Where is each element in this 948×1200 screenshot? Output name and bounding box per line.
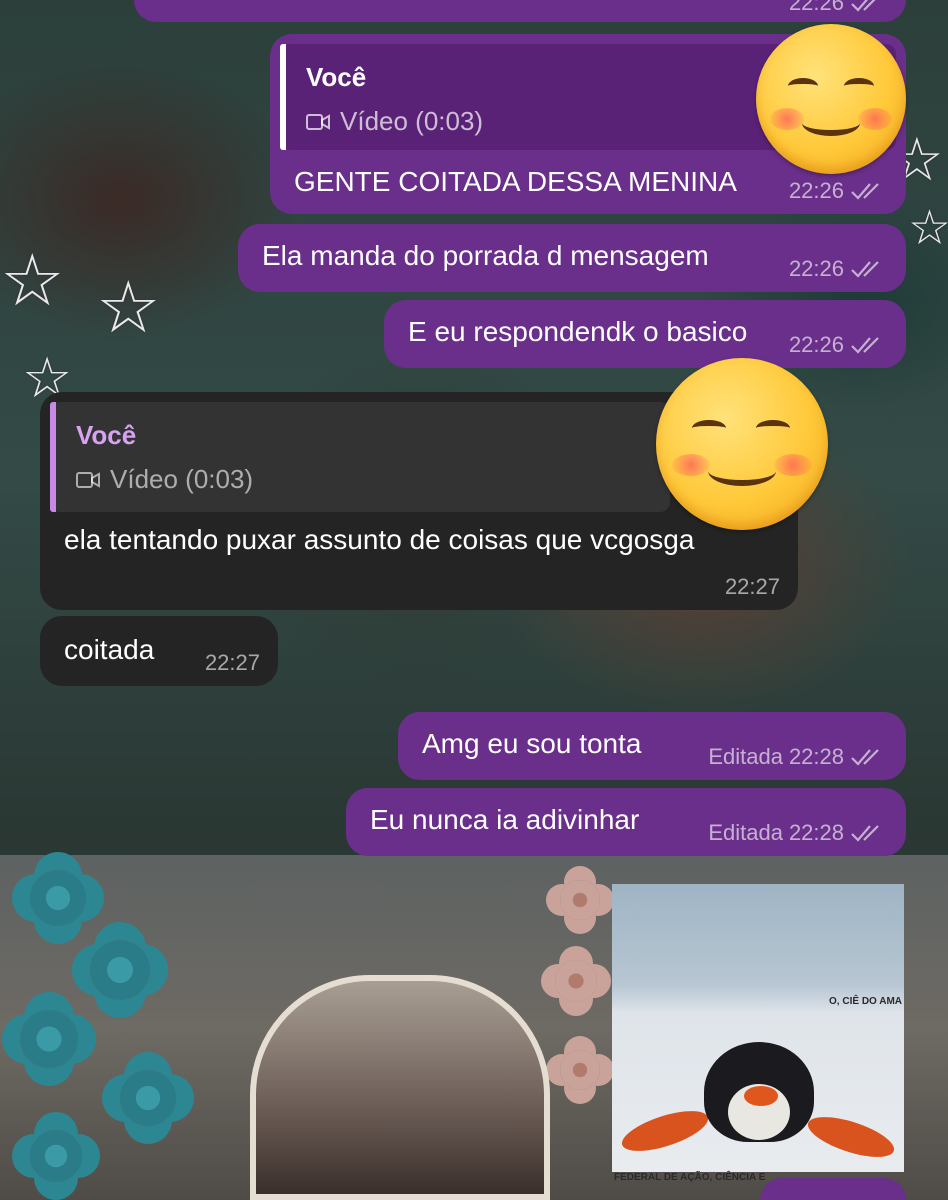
message-text: ela tentando puxar assunto de coisas que… (64, 524, 695, 555)
message-bubble-incoming[interactable]: coitada 22:27 (40, 616, 278, 686)
double-check-icon (850, 746, 886, 768)
smiling-face-emoji-icon (656, 358, 828, 530)
star-sticker-icon: ☆ (0, 241, 65, 321)
message-bubble-outgoing[interactable]: E eu respondendk o basico 22:26 (384, 300, 906, 368)
pingu-foot (617, 1102, 713, 1160)
video-icon (306, 113, 330, 130)
video-icon (76, 471, 100, 488)
emoji-eye (692, 420, 726, 436)
message-text: coitada (64, 634, 155, 665)
emoji-cheek (858, 108, 892, 130)
double-check-icon (850, 334, 886, 356)
message-time: 22:26 (788, 332, 844, 357)
emoji-cheek (672, 454, 710, 476)
message-text: Amg eu sou tonta (422, 728, 642, 759)
message-bubble-outgoing[interactable]: 22:26 (134, 0, 906, 22)
message-time: 22:28 (788, 820, 844, 845)
star-sticker-icon: ☆ (96, 268, 161, 348)
message-time: 22:26 (788, 178, 844, 203)
reply-preview: Vídeo (0:03) (306, 106, 483, 137)
double-check-icon (850, 180, 886, 202)
reply-author: Você (76, 420, 137, 450)
message-bubble-outgoing[interactable]: Ela manda do porrada d mensagem 22:26 (238, 224, 906, 292)
wallpaper-mirror-photo (250, 975, 550, 1200)
edited-label: Editada (708, 820, 783, 845)
edited-label: Editada (708, 744, 783, 769)
reply-accent-bar (50, 402, 56, 512)
pingu-beak (744, 1086, 778, 1106)
flower-sticker (30, 870, 86, 926)
flower-sticker (90, 940, 150, 1000)
reply-quote[interactable]: Você Vídeo (0:03) (50, 402, 670, 512)
flower-sticker (120, 1070, 176, 1126)
emoji-mouth (708, 456, 776, 486)
star-sticker-icon: ☆ (908, 202, 948, 255)
pingu-foot (803, 1108, 899, 1166)
chat-screen: ☆ ☆ ☆ ☆ ☆ 22:26 Você Vídeo (0:03) GENTE … (0, 0, 948, 1200)
message-text: GENTE COITADA DESSA MENINA (294, 166, 737, 197)
emoji-eye (844, 78, 874, 94)
flower-sticker (30, 1130, 82, 1182)
message-time: 22:26 (788, 0, 844, 15)
reply-accent-bar (280, 44, 286, 150)
emoji-eye (788, 78, 818, 94)
message-text: E eu respondendk o basico (408, 316, 748, 347)
double-check-icon (850, 0, 886, 14)
smiling-face-emoji-icon (756, 24, 906, 174)
emoji-cheek (770, 108, 804, 130)
reply-preview-text: Vídeo (0:03) (110, 464, 254, 494)
flower-sticker (560, 1050, 600, 1090)
flower-sticker (560, 880, 600, 920)
reply-preview: Vídeo (0:03) (76, 464, 253, 495)
photo-sign-side-text: O, CIÊ DO AMA (829, 996, 902, 1007)
message-bubble-outgoing[interactable]: Amg eu sou tonta Editada 22:28 (398, 712, 906, 780)
message-text: Ela manda do porrada d mensagem (262, 240, 709, 271)
message-time: 22:27 (204, 650, 260, 675)
emoji-cheek (774, 454, 812, 476)
emoji-eye (756, 420, 790, 436)
flower-sticker (20, 1010, 78, 1068)
message-bubble-outgoing[interactable]: Eu nunca ia adivinhar Editada 22:28 (346, 788, 906, 856)
emoji-mouth (802, 110, 860, 136)
reply-author: Você (306, 62, 367, 92)
double-check-icon (850, 258, 886, 280)
message-bubble-outgoing[interactable] (760, 1178, 906, 1200)
flower-sticker (555, 960, 597, 1002)
message-text: Eu nunca ia adivinhar (370, 804, 640, 835)
message-time: 22:28 (788, 744, 844, 769)
double-check-icon (850, 822, 886, 844)
photo-message[interactable]: O, CIÊ DO AMA (612, 884, 904, 1172)
reply-preview-text: Vídeo (0:03) (340, 106, 484, 136)
message-time: 22:27 (724, 574, 780, 599)
message-time: 22:26 (788, 256, 844, 281)
photo-sign-bottom-text: FEDERAL DE AÇÃO, CIÊNCIA E (614, 1172, 766, 1183)
